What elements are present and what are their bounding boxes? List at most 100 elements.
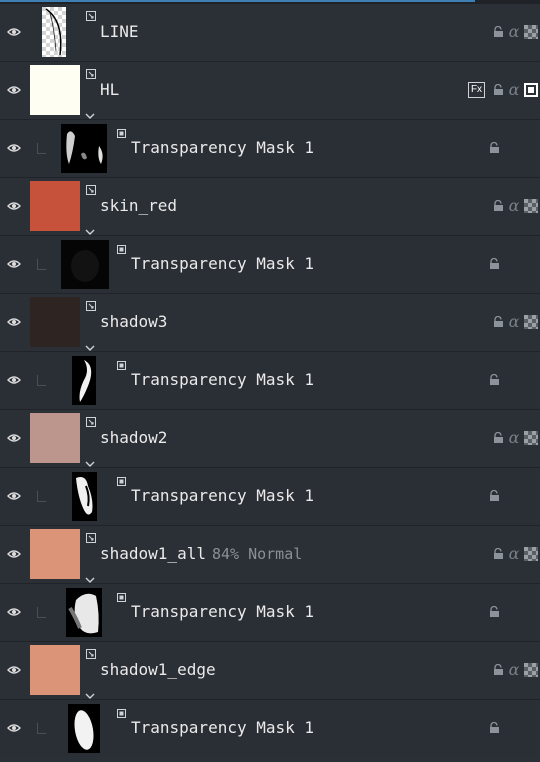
lock-icon[interactable]: [492, 548, 504, 560]
mask-name[interactable]: Transparency Mask 1: [131, 718, 314, 737]
alpha-lock-icon[interactable]: α: [507, 661, 521, 679]
mask-row[interactable]: Transparency Mask 1: [0, 468, 540, 526]
mask-layer-icon: [117, 587, 126, 602]
mask-thumbnail: [61, 124, 107, 173]
fx-icon[interactable]: Fx: [468, 82, 485, 98]
chevron-down-icon[interactable]: [84, 337, 96, 351]
layer-row-shadow3[interactable]: shadow3 α: [0, 294, 540, 352]
eye-icon[interactable]: [6, 314, 22, 330]
mask-row[interactable]: Transparency Mask 1: [0, 584, 540, 642]
chevron-down-icon[interactable]: [84, 453, 96, 467]
chevron-down-icon[interactable]: [84, 105, 96, 119]
mask-name[interactable]: Transparency Mask 1: [131, 486, 314, 505]
mask-name[interactable]: Transparency Mask 1: [131, 602, 314, 621]
inherit-alpha-icon[interactable]: [524, 431, 538, 445]
inherit-alpha-icon[interactable]: [524, 199, 538, 213]
mask-layer-icon: [117, 239, 126, 254]
layer-row-line[interactable]: LINE α: [0, 4, 540, 62]
eye-icon[interactable]: [6, 372, 22, 388]
layer-row-shadow2[interactable]: shadow2 α: [0, 410, 540, 468]
inherit-alpha-icon[interactable]: [524, 663, 538, 677]
layer-name[interactable]: LINE: [100, 22, 139, 41]
mask-name[interactable]: Transparency Mask 1: [131, 254, 314, 273]
layer-properties: Fx α: [468, 81, 538, 99]
paint-layer-icon: [86, 644, 96, 659]
eye-icon[interactable]: [6, 488, 22, 504]
mask-row[interactable]: Transparency Mask 1: [0, 700, 540, 757]
lock-icon[interactable]: [488, 371, 500, 390]
layer-properties: α: [492, 661, 538, 679]
eye-icon[interactable]: [6, 430, 22, 446]
eye-icon[interactable]: [6, 198, 22, 214]
layer-row-shadow1-all[interactable]: shadow1_all 84% Normal α: [0, 526, 540, 584]
layer-row-shadow1-edge[interactable]: shadow1_edge α: [0, 642, 540, 700]
mask-name[interactable]: Transparency Mask 1: [131, 370, 314, 389]
eye-icon[interactable]: [6, 546, 22, 562]
mask-layer-icon: [117, 471, 126, 486]
inherit-alpha-icon[interactable]: [524, 315, 538, 329]
mask-row[interactable]: Transparency Mask 1: [0, 352, 540, 410]
layer-properties: α: [492, 313, 538, 331]
inherit-alpha-icon[interactable]: [524, 83, 538, 97]
lock-icon[interactable]: [492, 432, 504, 444]
eye-icon[interactable]: [6, 720, 22, 736]
eye-icon[interactable]: [6, 82, 22, 98]
chevron-down-icon[interactable]: [84, 685, 96, 699]
inherit-alpha-icon[interactable]: [524, 547, 538, 561]
layer-name[interactable]: HL: [100, 80, 119, 99]
layer-name[interactable]: skin_red: [100, 196, 177, 215]
lock-icon[interactable]: [488, 255, 500, 274]
opacity-blend-label: 84% Normal: [211, 545, 303, 563]
lock-icon[interactable]: [492, 200, 504, 212]
inherit-alpha-icon[interactable]: [524, 25, 538, 39]
mask-name[interactable]: Transparency Mask 1: [131, 138, 314, 157]
paint-layer-icon: [86, 528, 96, 543]
lock-icon[interactable]: [488, 139, 500, 158]
eye-icon[interactable]: [6, 662, 22, 678]
eye-icon[interactable]: [6, 256, 22, 272]
lock-icon[interactable]: [492, 664, 504, 676]
eye-icon[interactable]: [6, 604, 22, 620]
eye-icon[interactable]: [6, 140, 22, 156]
lock-icon[interactable]: [492, 316, 504, 328]
child-connector: [37, 259, 46, 270]
layer-thumbnail: [30, 297, 80, 347]
alpha-lock-icon[interactable]: α: [507, 81, 521, 99]
mask-layer-icon: [117, 123, 126, 138]
mask-row[interactable]: Transparency Mask 1: [0, 120, 540, 178]
lock-icon[interactable]: [488, 603, 500, 622]
child-connector: [37, 491, 46, 502]
child-connector: [37, 607, 46, 618]
mask-row[interactable]: Transparency Mask 1: [0, 236, 540, 294]
layers-list: LINE α HL Fx α Transparency Mask 1 skin_…: [0, 4, 540, 757]
layer-thumbnail: [42, 7, 66, 57]
alpha-lock-icon[interactable]: α: [507, 23, 521, 41]
lock-icon[interactable]: [488, 487, 500, 506]
child-connector: [37, 143, 46, 154]
layer-properties: α: [492, 545, 538, 563]
layer-thumbnail: [30, 181, 80, 231]
chevron-down-icon[interactable]: [84, 221, 96, 235]
layer-name[interactable]: shadow1_edge: [100, 660, 216, 679]
eye-icon[interactable]: [6, 24, 22, 40]
layer-name[interactable]: shadow2: [100, 428, 167, 447]
alpha-lock-icon[interactable]: α: [507, 429, 521, 447]
alpha-lock-icon[interactable]: α: [507, 197, 521, 215]
child-connector: [37, 723, 46, 734]
alpha-lock-icon[interactable]: α: [507, 545, 521, 563]
chevron-down-icon[interactable]: [84, 569, 96, 583]
scroll-indicator: [0, 0, 475, 2]
lock-icon[interactable]: [492, 26, 504, 38]
paint-layer-icon: [86, 296, 96, 311]
mask-layer-icon: [117, 703, 126, 718]
layer-name[interactable]: shadow1_all 84% Normal: [100, 544, 302, 563]
mask-thumbnail: [72, 472, 97, 521]
layer-name[interactable]: shadow3: [100, 312, 167, 331]
lock-icon[interactable]: [492, 84, 504, 96]
layer-thumbnail: [30, 529, 80, 579]
lock-icon[interactable]: [488, 719, 500, 738]
alpha-lock-icon[interactable]: α: [507, 313, 521, 331]
layer-row-skin-red[interactable]: skin_red α: [0, 178, 540, 236]
mask-thumbnail: [66, 588, 102, 637]
layer-row-hl[interactable]: HL Fx α: [0, 62, 540, 120]
